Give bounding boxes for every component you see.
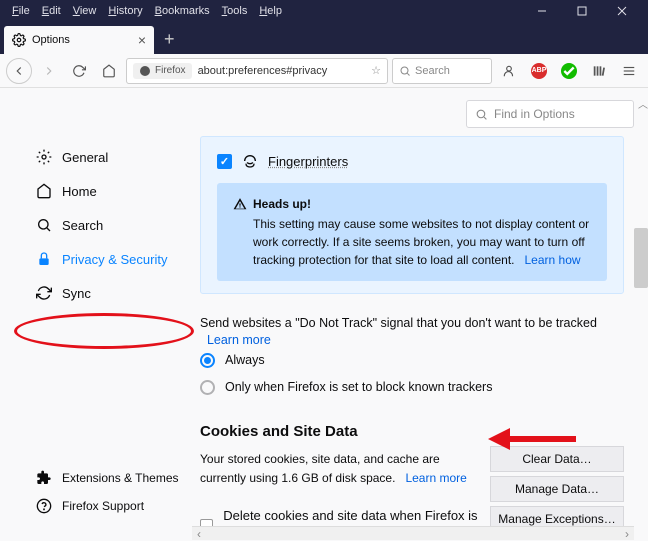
manage-data-button[interactable]: Manage Data…	[490, 476, 624, 502]
identity-box[interactable]: Firefox	[133, 63, 192, 79]
url-bar[interactable]: Firefox about:preferences#privacy ☆	[126, 58, 388, 84]
checkmark-icon[interactable]	[556, 58, 582, 84]
dnt-section: Send websites a "Do Not Track" signal th…	[200, 314, 624, 401]
search-icon	[399, 65, 411, 77]
cookies-section-title: Cookies and Site Data	[200, 423, 624, 440]
sidebar-item-label: Firefox Support	[62, 499, 144, 513]
sidebar-item-sync[interactable]: Sync	[28, 276, 182, 310]
menu-bar: File Edit View History Bookmarks Tools H…	[0, 0, 648, 22]
puzzle-icon	[36, 470, 52, 486]
options-sidebar: General Home Search Privacy & Security S…	[0, 88, 192, 540]
gear-icon	[36, 149, 52, 165]
library-icon[interactable]	[586, 58, 612, 84]
sidebar-item-label: Home	[62, 184, 97, 199]
lock-icon	[36, 251, 52, 267]
menu-help[interactable]: Help	[253, 3, 288, 19]
cookies-learn-more-link[interactable]: Learn more	[405, 471, 466, 485]
fingerprinters-label: Fingerprinters	[268, 154, 348, 169]
sidebar-item-label: General	[62, 150, 108, 165]
tab-options[interactable]: Options ×	[4, 26, 154, 54]
sidebar-item-privacy-security[interactable]: Privacy & Security	[28, 242, 182, 276]
window-close-button[interactable]	[602, 0, 642, 22]
fingerprinters-row[interactable]: Fingerprinters	[217, 149, 607, 173]
menu-history[interactable]: History	[102, 3, 148, 19]
sidebar-item-extensions[interactable]: Extensions & Themes	[28, 464, 187, 492]
search-bar[interactable]: Search	[392, 58, 492, 84]
warning-icon	[233, 197, 247, 211]
radio-only-when-label: Only when Firefox is set to block known …	[225, 380, 492, 394]
sidebar-item-home[interactable]: Home	[28, 174, 182, 208]
radio-always-label: Always	[225, 353, 265, 367]
sidebar-item-label: Extensions & Themes	[62, 471, 179, 485]
menu-edit[interactable]: Edit	[36, 3, 67, 19]
sidebar-item-label: Privacy & Security	[62, 252, 167, 267]
sidebar-item-label: Search	[62, 218, 103, 233]
sidebar-item-search[interactable]: Search	[28, 208, 182, 242]
menu-tools[interactable]: Tools	[216, 3, 254, 19]
sidebar-item-general[interactable]: General	[28, 140, 182, 174]
search-icon	[36, 217, 52, 233]
account-icon[interactable]	[496, 58, 522, 84]
home-icon	[36, 183, 52, 199]
dnt-description: Send websites a "Do Not Track" signal th…	[200, 316, 597, 330]
gear-icon	[12, 33, 26, 47]
horizontal-scrollbar[interactable]: ‹›	[192, 526, 634, 540]
clear-data-button[interactable]: Clear Data…	[490, 446, 624, 472]
tracking-protection-panel: Fingerprinters Heads up! This setting ma…	[200, 136, 624, 294]
menu-bookmarks[interactable]: Bookmarks	[149, 3, 216, 19]
heads-up-title: Heads up!	[253, 195, 311, 213]
sync-icon	[36, 285, 52, 301]
forward-button[interactable]	[36, 58, 62, 84]
radio-always[interactable]	[200, 353, 215, 368]
tab-strip: Options × +	[0, 22, 648, 54]
abp-icon[interactable]: ABP	[526, 58, 552, 84]
dnt-always-row[interactable]: Always	[200, 347, 624, 374]
new-tab-button[interactable]: +	[154, 25, 185, 54]
fingerprinters-checkbox[interactable]	[217, 154, 232, 169]
heads-up-infobox: Heads up! This setting may cause some we…	[217, 183, 607, 281]
main-panel: Fingerprinters Heads up! This setting ma…	[192, 88, 648, 540]
window-maximize-button[interactable]	[562, 0, 602, 22]
firefox-icon	[139, 65, 151, 77]
learn-how-link[interactable]: Learn how	[525, 253, 581, 267]
back-button[interactable]	[6, 58, 32, 84]
nav-toolbar: Firefox about:preferences#privacy ☆ Sear…	[0, 54, 648, 88]
radio-only-when[interactable]	[200, 380, 215, 395]
content-area: ︿ Find in Options General Home Search Pr…	[0, 88, 648, 540]
dnt-onlywhen-row[interactable]: Only when Firefox is set to block known …	[200, 374, 624, 401]
sidebar-item-label: Sync	[62, 286, 91, 301]
home-button[interactable]	[96, 58, 122, 84]
search-placeholder: Search	[415, 65, 450, 77]
sidebar-item-support[interactable]: Firefox Support	[28, 492, 187, 520]
reload-button[interactable]	[66, 58, 92, 84]
fingerprint-icon	[242, 153, 258, 169]
cookies-description: Your stored cookies, site data, and cach…	[200, 452, 440, 485]
menu-view[interactable]: View	[67, 3, 103, 19]
dnt-learn-more-link[interactable]: Learn more	[207, 333, 271, 347]
window-minimize-button[interactable]	[522, 0, 562, 22]
tab-label: Options	[32, 34, 70, 46]
tab-close-button[interactable]: ×	[138, 32, 146, 48]
url-text: about:preferences#privacy	[198, 65, 366, 77]
menu-file[interactable]: File	[6, 3, 36, 19]
question-icon	[36, 498, 52, 514]
bookmark-star-icon[interactable]: ☆	[371, 64, 381, 77]
menu-button[interactable]	[616, 58, 642, 84]
